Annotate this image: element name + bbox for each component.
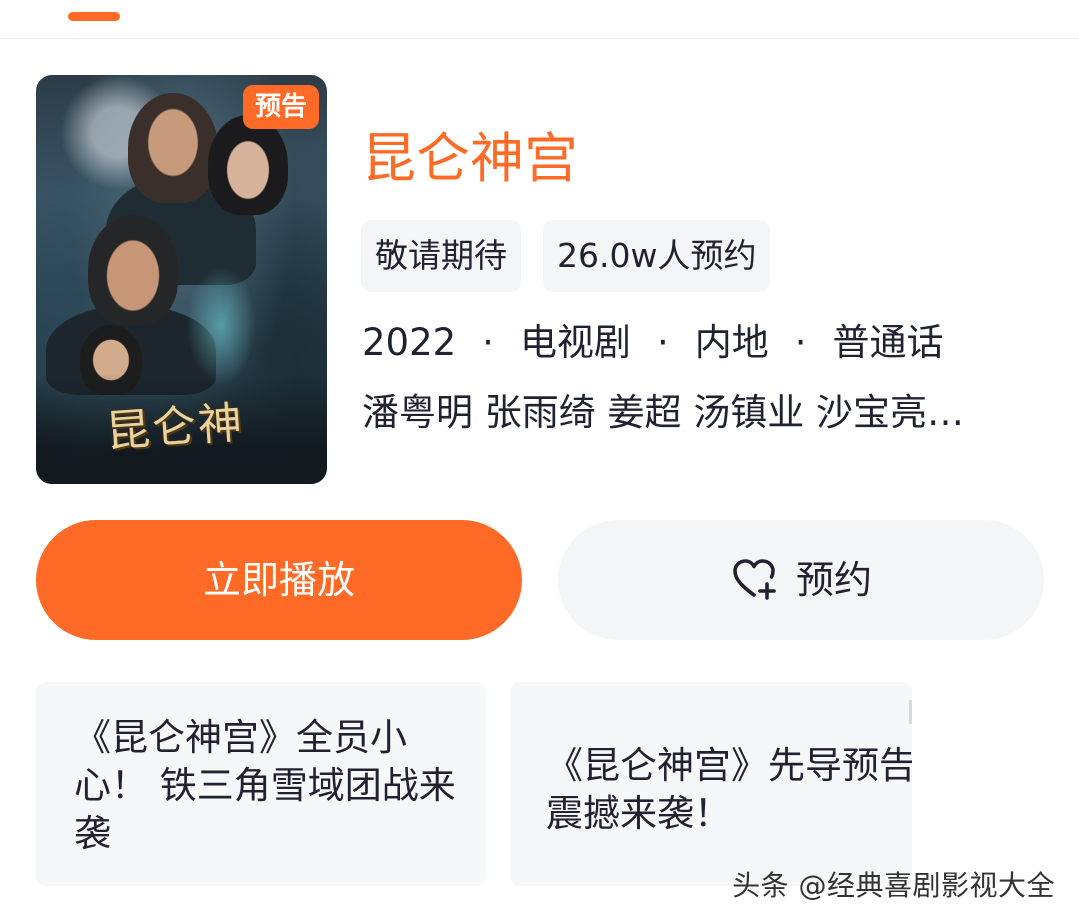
poster-logo: 昆仑神宫 [104,397,246,484]
reserve-label: 预约 [795,558,872,602]
meta-type: 电视剧 [519,321,631,364]
poster-glow [186,265,256,385]
video-card-title: 《昆仑神宫》先导预告，震撼来袭！ [546,744,912,835]
meta-separator: · [656,321,669,364]
video-card[interactable]: 《昆仑神宫》先导预告，震撼来袭！ [510,682,912,886]
show-title: 昆仑神宫 [362,127,578,190]
cast-list[interactable]: 潘粤明 张雨绮 姜超 汤镇业 沙宝亮… [362,388,1042,438]
meta-language: 普通话 [832,321,944,364]
active-tab-indicator [68,12,120,21]
heart-plus-icon [733,559,776,600]
poster-figure [208,115,288,215]
trailer-badge: 预告 [242,85,319,129]
video-card[interactable]: 《昆仑神宫》全员小心！ 铁三角雪域团战来袭 [36,682,486,886]
top-divider [0,38,1079,39]
poster-figure [128,93,218,203]
status-tag: 敬请期待 [361,220,521,292]
meta-separator: · [482,321,494,364]
card-edge [909,700,912,724]
video-card-title: 《昆仑神宫》全员小心！ 铁三角雪域团战来袭 [74,716,456,855]
play-now-button[interactable]: 立即播放 [36,520,522,640]
show-meta: 2022 · 电视剧 · 内地 · 普通话 [362,318,943,368]
poster-figure [88,215,178,325]
reserve-button[interactable]: 预约 [558,520,1044,640]
meta-region: 内地 [694,321,769,364]
poster-image[interactable]: 昆仑神宫 预告 [36,75,327,484]
meta-year: 2022 [362,321,457,364]
meta-separator: · [794,321,807,364]
watermark: 头条 @经典喜剧影视大全 [732,869,1055,902]
reservation-count-tag: 26.0w人预约 [543,220,771,292]
